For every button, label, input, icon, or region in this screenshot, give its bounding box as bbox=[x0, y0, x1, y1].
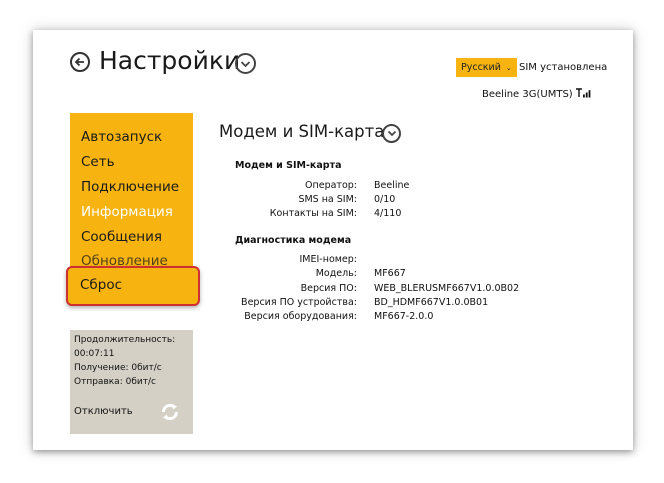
model-label: Модель: bbox=[315, 268, 357, 279]
received-rate: Получение: 0бит/с bbox=[74, 363, 162, 373]
firmware-label: Версия ПО: bbox=[300, 283, 357, 294]
sms-value: 0/10 bbox=[374, 194, 396, 205]
network-status: Beeline 3G(UMTS) bbox=[482, 88, 592, 101]
chevron-down-icon[interactable] bbox=[382, 124, 401, 143]
back-arrow-icon[interactable] bbox=[70, 52, 90, 72]
signal-bars-icon bbox=[575, 88, 592, 101]
connection-stats: Продолжительность: 00:07:11 Получение: 0… bbox=[70, 330, 193, 434]
diag-section-title: Диагностика модема bbox=[235, 235, 352, 246]
chevron-down-icon: ⌄ bbox=[505, 64, 512, 72]
network-label: Beeline 3G(UMTS) bbox=[482, 89, 573, 100]
firmware-value: WEB_BLERUSMF667V1.0.0B02 bbox=[374, 283, 520, 294]
sidebar-item-information[interactable]: Информация bbox=[81, 204, 173, 220]
duration-value: 00:07:11 bbox=[74, 349, 115, 359]
duration-label: Продолжительность: bbox=[74, 335, 176, 345]
page-title: Настройки bbox=[99, 46, 241, 75]
imei-label: IMEI-номер: bbox=[299, 254, 358, 265]
hardware-label: Версия оборудования: bbox=[244, 311, 357, 322]
sidebar-item-autostart[interactable]: Автозапуск bbox=[81, 129, 162, 145]
chevron-down-icon[interactable] bbox=[235, 53, 256, 74]
sidebar-item-update[interactable]: Обновление bbox=[81, 253, 168, 265]
language-select[interactable]: Русский ⌄ bbox=[456, 58, 517, 77]
model-value: MF667 bbox=[374, 268, 406, 279]
section-heading: Модем и SIM-карта bbox=[219, 122, 385, 141]
contacts-label: Контакты на SIM: bbox=[269, 208, 357, 219]
sidebar-item-messages[interactable]: Сообщения bbox=[81, 229, 162, 245]
hardware-value: MF667-2.0.0 bbox=[374, 311, 434, 322]
device-firmware-value: BD_HDMF667V1.0.0B01 bbox=[374, 297, 489, 308]
language-label: Русский bbox=[461, 62, 501, 73]
operator-value: Beeline bbox=[374, 180, 410, 191]
disconnect-button[interactable]: Отключить bbox=[74, 406, 133, 417]
sim-section-title: Модем и SIM-карта bbox=[235, 160, 342, 171]
sidebar-item-connection[interactable]: Подключение bbox=[81, 179, 179, 195]
sim-status: SIM установлена bbox=[519, 62, 608, 73]
sidebar-item-reset[interactable]: Сброс bbox=[80, 277, 122, 293]
device-firmware-label: Версия ПО устройства: bbox=[241, 297, 357, 308]
operator-label: Оператор: bbox=[305, 180, 357, 191]
sent-rate: Отправка: 0бит/с bbox=[74, 377, 156, 387]
refresh-icon[interactable] bbox=[159, 401, 181, 427]
sms-label: SMS на SIM: bbox=[298, 194, 357, 205]
contacts-value: 4/110 bbox=[374, 208, 402, 219]
sidebar-item-network[interactable]: Сеть bbox=[81, 154, 115, 170]
